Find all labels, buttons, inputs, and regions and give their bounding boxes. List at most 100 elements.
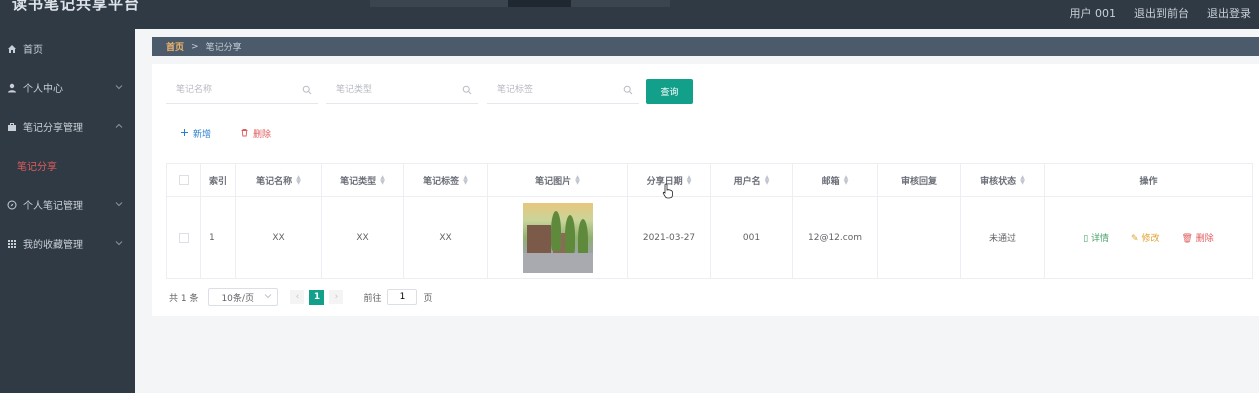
note-type-search bbox=[326, 78, 478, 104]
column-label: 审核回复 bbox=[900, 176, 937, 187]
pencil-icon: ✎ bbox=[1131, 234, 1139, 244]
cell-date: 2021-03-27 bbox=[628, 197, 711, 278]
cell-username: 001 bbox=[711, 197, 793, 278]
road-shape bbox=[522, 252, 593, 273]
trash-icon bbox=[240, 128, 249, 140]
cell-tag: XX bbox=[404, 197, 488, 278]
logout-link[interactable]: 退出登录 bbox=[1207, 5, 1251, 21]
edit-button[interactable]: ✎ 修改 bbox=[1131, 231, 1159, 244]
query-button[interactable]: 查询 bbox=[646, 79, 693, 104]
goto-suffix: 页 bbox=[423, 293, 433, 304]
top-nav: 用户 001 退出到前台 退出登录 bbox=[1070, 5, 1252, 21]
sidebar-item-personal-notes[interactable]: 个人笔记管理 bbox=[0, 185, 135, 224]
select-all-checkbox[interactable] bbox=[178, 175, 189, 185]
front-link[interactable]: 退出到前台 bbox=[1134, 5, 1189, 21]
search-icon bbox=[302, 85, 312, 98]
cell-status: 未通过 bbox=[961, 197, 1045, 278]
cell-name: XX bbox=[236, 197, 322, 278]
column-header-image[interactable]: 笔记图片 ▲ ▼ bbox=[488, 164, 628, 196]
chevron-down-icon bbox=[115, 238, 123, 249]
search-icon bbox=[623, 85, 633, 98]
sort-icon[interactable]: ▲ ▼ bbox=[844, 175, 849, 186]
sidebar-item-note-share[interactable]: 笔记分享管理 bbox=[0, 107, 135, 146]
column-header-type[interactable]: 笔记类型 ▲ ▼ bbox=[322, 164, 404, 196]
cell-image bbox=[488, 197, 628, 278]
column-label: 索引 bbox=[208, 176, 227, 187]
sort-icon[interactable]: ▲ ▼ bbox=[575, 175, 580, 186]
sort-icon[interactable]: ▲ ▼ bbox=[296, 175, 301, 186]
table-row: 1 XX XX XX 2021-03-27 001 12@12.com 未通过 bbox=[167, 197, 1252, 278]
user-icon bbox=[7, 83, 17, 93]
note-tag-search bbox=[487, 78, 639, 104]
briefcase-icon bbox=[7, 122, 17, 132]
sidebar-item-label: 首页 bbox=[23, 45, 43, 56]
cell-type: XX bbox=[322, 197, 404, 278]
sort-icon[interactable]: ▲ ▼ bbox=[765, 175, 770, 186]
select-all-cell bbox=[167, 164, 201, 196]
column-header-tag[interactable]: 笔记标签 ▲ ▼ bbox=[404, 164, 488, 196]
table-header: 索引 笔记名称 ▲ ▼ 笔记类型 ▲ ▼ 笔记标签 ▲ ▼ 笔记图片 ▲ ▼ 分享日期 ▲ ▼ 用户… bbox=[167, 164, 1252, 197]
chevron-down-icon bbox=[115, 82, 123, 93]
add-button[interactable]: 新增 bbox=[180, 127, 211, 140]
delete-label: 删除 bbox=[253, 130, 272, 140]
sidebar-item-label: 笔记分享管理 bbox=[23, 123, 83, 134]
goto-page-input[interactable] bbox=[387, 289, 418, 305]
sidebar-item-personal-center[interactable]: 个人中心 bbox=[0, 68, 135, 107]
page-size-select[interactable]: 10条/页 bbox=[208, 288, 279, 306]
chevron-down-icon bbox=[264, 292, 272, 302]
next-page-button[interactable]: › bbox=[329, 290, 344, 304]
note-image[interactable] bbox=[522, 202, 593, 273]
column-label: 操作 bbox=[1139, 176, 1158, 187]
tree-shape bbox=[564, 214, 575, 255]
cell-reply bbox=[878, 197, 961, 278]
row-delete-button[interactable]: 🗑︎ 删除 bbox=[1181, 231, 1213, 244]
batch-delete-button[interactable]: 删除 bbox=[240, 127, 271, 140]
sidebar-item-label: 个人笔记管理 bbox=[23, 201, 83, 212]
plus-icon bbox=[180, 128, 189, 140]
prev-page-button[interactable]: ‹ bbox=[290, 290, 305, 304]
chevron-down-icon bbox=[115, 199, 123, 210]
cell-email: 12@12.com bbox=[793, 197, 878, 278]
page-size-value: 10条/页 bbox=[221, 293, 254, 304]
edit-label: 修改 bbox=[1141, 234, 1160, 244]
sidebar-item-favorites[interactable]: 我的收藏管理 bbox=[0, 224, 135, 263]
breadcrumb-separator: > bbox=[191, 41, 199, 52]
page-number-current[interactable]: 1 bbox=[309, 289, 325, 305]
row-select-cell bbox=[167, 197, 201, 278]
note-name-input[interactable] bbox=[166, 78, 318, 102]
sort-icon[interactable]: ▲ ▼ bbox=[380, 175, 385, 186]
note-type-input[interactable] bbox=[326, 78, 478, 102]
column-label: 笔记类型 bbox=[340, 176, 377, 187]
column-label: 审核状态 bbox=[980, 176, 1017, 187]
column-header-index: 索引 bbox=[201, 164, 236, 196]
sort-icon[interactable]: ▲ ▼ bbox=[463, 175, 468, 186]
sort-icon[interactable]: ▲ ▼ bbox=[1020, 175, 1025, 186]
app-title: 读书笔记共享平台 bbox=[12, 0, 141, 13]
goto-prefix: 前往 bbox=[363, 293, 382, 304]
column-label: 笔记名称 bbox=[256, 176, 293, 187]
column-header-reply: 审核回复 bbox=[878, 164, 961, 196]
sidebar-item-home[interactable]: 首页 bbox=[0, 29, 135, 68]
column-header-status[interactable]: 审核状态 ▲ ▼ bbox=[961, 164, 1045, 196]
document-icon: ▯ bbox=[1083, 234, 1089, 244]
column-label: 笔记标签 bbox=[423, 176, 460, 187]
sidebar-subitem-note-share[interactable]: 笔记分享 bbox=[0, 146, 135, 185]
add-label: 新增 bbox=[193, 130, 212, 140]
chevron-up-icon bbox=[115, 121, 123, 132]
breadcrumb: 首页 > 笔记分享 bbox=[152, 37, 1259, 56]
breadcrumb-current: 笔记分享 bbox=[205, 43, 242, 53]
total-count: 共 1 条 bbox=[169, 293, 199, 304]
note-tag-input[interactable] bbox=[487, 78, 639, 102]
sort-icon[interactable]: ▲ ▼ bbox=[687, 175, 692, 186]
column-header-username[interactable]: 用户名 ▲ ▼ bbox=[711, 164, 793, 196]
column-label: 用户名 bbox=[733, 176, 761, 187]
trash-icon: 🗑︎ bbox=[1181, 234, 1193, 244]
detail-button[interactable]: ▯ 详情 bbox=[1083, 231, 1109, 244]
breadcrumb-home[interactable]: 首页 bbox=[166, 40, 184, 53]
compass-icon bbox=[7, 200, 17, 210]
column-header-email[interactable]: 邮箱 ▲ ▼ bbox=[793, 164, 878, 196]
cell-index: 1 bbox=[201, 197, 236, 278]
column-header-name[interactable]: 笔记名称 ▲ ▼ bbox=[236, 164, 322, 196]
row-checkbox[interactable] bbox=[178, 232, 189, 243]
search-icon bbox=[462, 85, 472, 98]
